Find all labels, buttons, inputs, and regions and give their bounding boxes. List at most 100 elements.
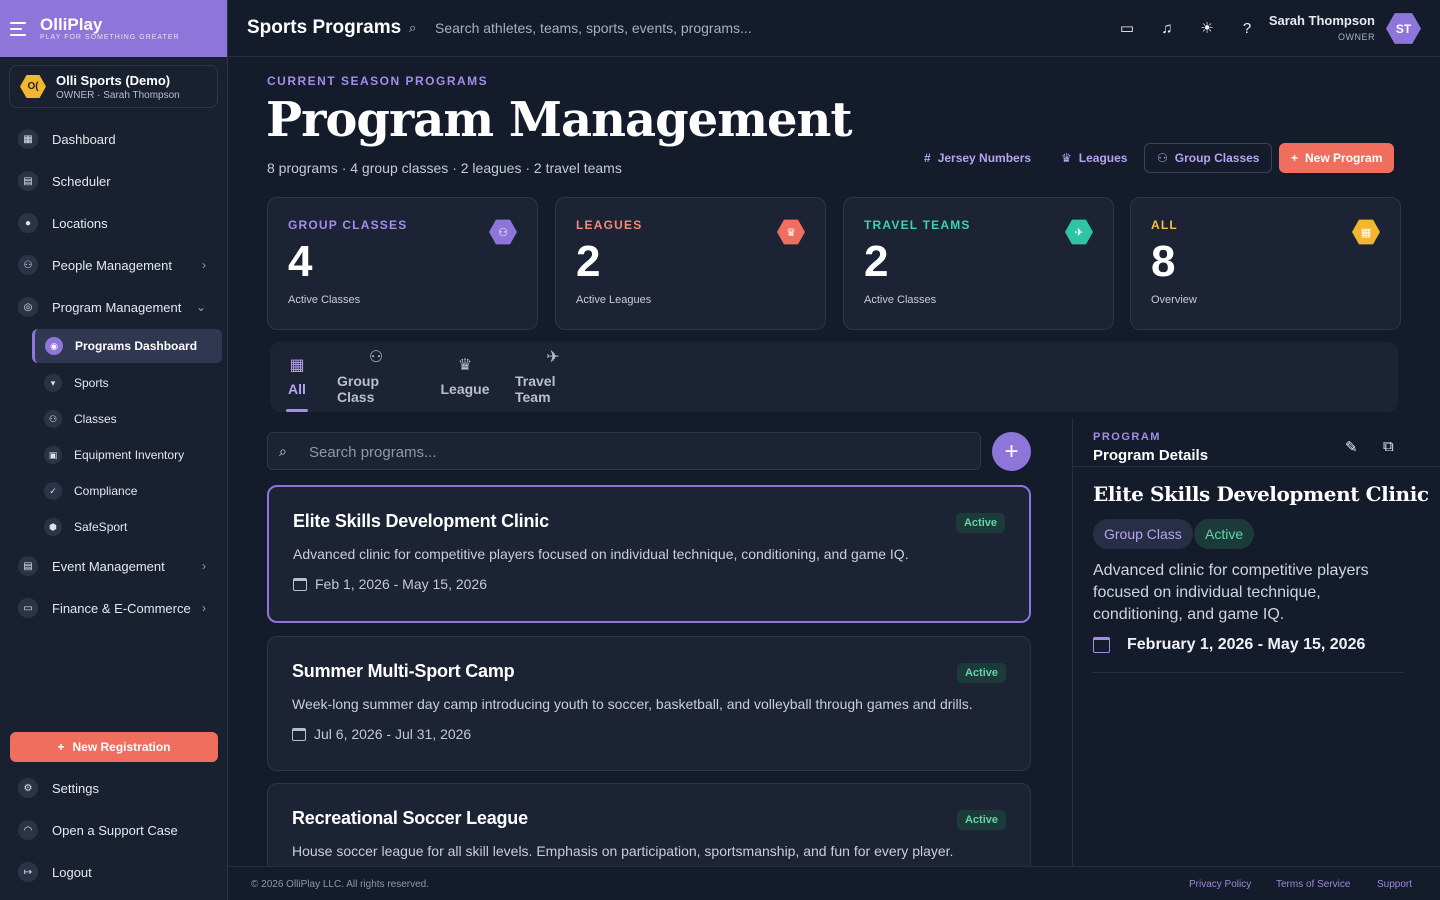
program-title: Recreational Soccer League — [292, 808, 528, 828]
program-card[interactable]: Recreational Soccer League House soccer … — [267, 783, 1031, 866]
sidebar-subitem-compliance[interactable]: ✓ Compliance — [32, 474, 222, 508]
status-badge: Active — [955, 513, 1005, 533]
program-date-text: Jul 6, 2026 - Jul 31, 2026 — [314, 726, 472, 742]
stat-sub: Active Leagues — [576, 294, 652, 306]
stat-value: 8 — [1151, 237, 1176, 286]
topbar-title: Sports Programs — [247, 17, 402, 38]
sidebar-item-dashboard[interactable]: ▦ Dashboard — [0, 121, 228, 157]
new-registration-button[interactable]: + New Registration — [10, 732, 218, 762]
sidebar-subitem-equipment-inventory[interactable]: ▣ Equipment Inventory — [32, 438, 222, 472]
calendar-icon — [1093, 637, 1110, 653]
program-type-chip: Group Class — [1093, 519, 1193, 549]
brand-bar: OlliPlay PLAY FOR SOMETHING GREATER — [0, 0, 227, 57]
sidebar-subitem-programs-dashboard[interactable]: ◉ Programs Dashboard — [32, 329, 222, 363]
sidebar-item-label: Open a Support Case — [52, 822, 178, 838]
sidebar-item-label: Dashboard — [52, 131, 116, 147]
open-external-icon[interactable]: ⧉ — [1383, 438, 1394, 455]
page-title: Program Management — [266, 92, 853, 148]
chevron-right-icon: › — [202, 258, 206, 272]
sidebar-item-people-management[interactable]: ⚇ People Management › — [0, 247, 228, 283]
support-link[interactable]: Support — [1377, 879, 1412, 890]
sidebar-item-program-management[interactable]: ◎ Program Management ⌄ — [0, 289, 228, 325]
sidebar-subitem-classes[interactable]: ⚇ Classes — [32, 402, 222, 436]
hash-icon: # — [924, 151, 931, 165]
global-search-input[interactable] — [435, 17, 835, 39]
sidebar-subitem-label: SafeSport — [74, 520, 128, 534]
stat-card-travel-teams[interactable]: TRAVEL TEAMS 2 Active Classes ✈ — [843, 197, 1114, 330]
calendar-icon — [293, 577, 307, 591]
program-card[interactable]: Summer Multi-Sport Camp Week-long summer… — [267, 636, 1031, 771]
add-program-button[interactable]: + — [992, 432, 1031, 471]
stat-card-all[interactable]: ALL 8 Overview ▦ — [1130, 197, 1401, 330]
program-description: House soccer league for all skill levels… — [292, 843, 954, 859]
user-role: OWNER — [1338, 32, 1375, 42]
sidebar-subitem-sports[interactable]: ▾ Sports — [32, 366, 222, 400]
stat-value: 2 — [864, 237, 889, 286]
sidebar-item-label: Locations — [52, 215, 108, 231]
detail-program-title: Elite Skills Development Clinic — [1093, 482, 1429, 506]
calendar-icon — [292, 727, 306, 741]
search-icon: ⌕ — [279, 443, 287, 459]
topbar: Sports Programs ⌕ ▭ ♫ ☀ ? Sarah Thompson… — [228, 0, 1440, 57]
stat-card-group-classes[interactable]: GROUP CLASSES 4 Active Classes ⚇ — [267, 197, 538, 330]
people-icon: ⚇ — [18, 255, 38, 275]
chat-icon[interactable]: ▭ — [1117, 18, 1137, 38]
grid-icon: ▦ — [289, 357, 305, 374]
program-icon: ◎ — [18, 297, 38, 317]
avatar[interactable]: ST — [1386, 13, 1421, 44]
tab-league[interactable]: ♛ League — [440, 342, 490, 412]
sidebar-item-support-case[interactable]: ◠ Open a Support Case — [0, 812, 228, 848]
leagues-label: Leagues — [1078, 151, 1128, 165]
tab-label: All — [288, 381, 306, 397]
sun-icon[interactable]: ☀ — [1197, 18, 1217, 38]
brand-logo[interactable]: OlliPlay PLAY FOR SOMETHING GREATER — [40, 15, 180, 42]
program-list: Elite Skills Development Clinic Advanced… — [260, 480, 1040, 866]
terms-of-service-link[interactable]: Terms of Service — [1276, 879, 1350, 890]
tab-travel-team[interactable]: ✈ Travel Team — [515, 342, 591, 412]
help-icon[interactable]: ? — [1237, 18, 1257, 38]
sidebar-subitem-safesport[interactable]: ⬢ SafeSport — [32, 510, 222, 544]
sidebar-item-settings[interactable]: ⚙ Settings — [0, 770, 228, 806]
brand-name: OlliPlay — [40, 15, 103, 34]
leagues-button[interactable]: ♛ Leagues — [1049, 143, 1139, 173]
footer: © 2026 OlliPlay LLC. All rights reserved… — [228, 866, 1440, 900]
sidebar-item-locations[interactable]: ● Locations — [0, 205, 228, 241]
org-switcher[interactable]: O( Olli Sports (Demo) OWNER · Sarah Thom… — [9, 65, 218, 108]
tab-label: League — [440, 381, 490, 397]
location-pin-icon: ● — [18, 213, 38, 233]
sidebar-item-label: People Management — [52, 257, 172, 273]
program-search-input[interactable] — [309, 441, 959, 463]
detail-dates: February 1, 2026 - May 15, 2026 — [1093, 636, 1365, 654]
sidebar-item-logout[interactable]: ↦ Logout — [0, 854, 228, 890]
stat-card-leagues[interactable]: LEAGUES 2 Active Leagues ♛ — [555, 197, 826, 330]
chevron-down-icon: ⌄ — [195, 300, 206, 314]
sidebar-subitem-label: Classes — [74, 412, 117, 426]
detail-description: Advanced clinic for competitive players … — [1093, 562, 1369, 623]
new-program-button[interactable]: + New Program — [1279, 143, 1395, 173]
sidebar-item-label: Settings — [52, 780, 99, 796]
tab-group-class[interactable]: ⚇ Group Class — [337, 342, 415, 412]
chevron-right-icon: › — [202, 559, 206, 573]
bell-icon[interactable]: ♫ — [1157, 18, 1177, 38]
stat-sub: Overview — [1151, 294, 1197, 306]
program-card[interactable]: Elite Skills Development Clinic Advanced… — [267, 485, 1031, 623]
program-dates: Jul 6, 2026 - Jul 31, 2026 — [292, 726, 1006, 742]
new-registration-label: New Registration — [72, 740, 171, 754]
tab-all[interactable]: ▦ All — [286, 342, 308, 412]
edit-icon[interactable]: ✎ — [1345, 438, 1358, 456]
tab-label: Travel Team — [515, 373, 556, 405]
copyright: © 2026 OlliPlay LLC. All rights reserved… — [251, 879, 430, 890]
sidebar-item-event-management[interactable]: ▤ Event Management › — [0, 548, 228, 584]
sidebar-item-scheduler[interactable]: ▤ Scheduler — [0, 163, 228, 199]
status-badge: Active — [956, 663, 1006, 683]
sidebar-item-finance[interactable]: ▭ Finance & E-Commerce › — [0, 590, 228, 626]
jersey-numbers-button[interactable]: # Jersey Numbers — [912, 143, 1043, 173]
group-classes-button[interactable]: ⚇ Group Classes — [1144, 143, 1273, 173]
detail-date-text: February 1, 2026 - May 15, 2026 — [1127, 636, 1366, 653]
menu-toggle-icon[interactable] — [10, 21, 30, 36]
sidebar-item-label: Scheduler — [52, 173, 111, 189]
privacy-policy-link[interactable]: Privacy Policy — [1189, 879, 1251, 890]
stat-value: 2 — [576, 237, 601, 286]
group-icon: ⚇ — [368, 349, 384, 366]
sidebar-subitem-label: Compliance — [74, 484, 138, 498]
